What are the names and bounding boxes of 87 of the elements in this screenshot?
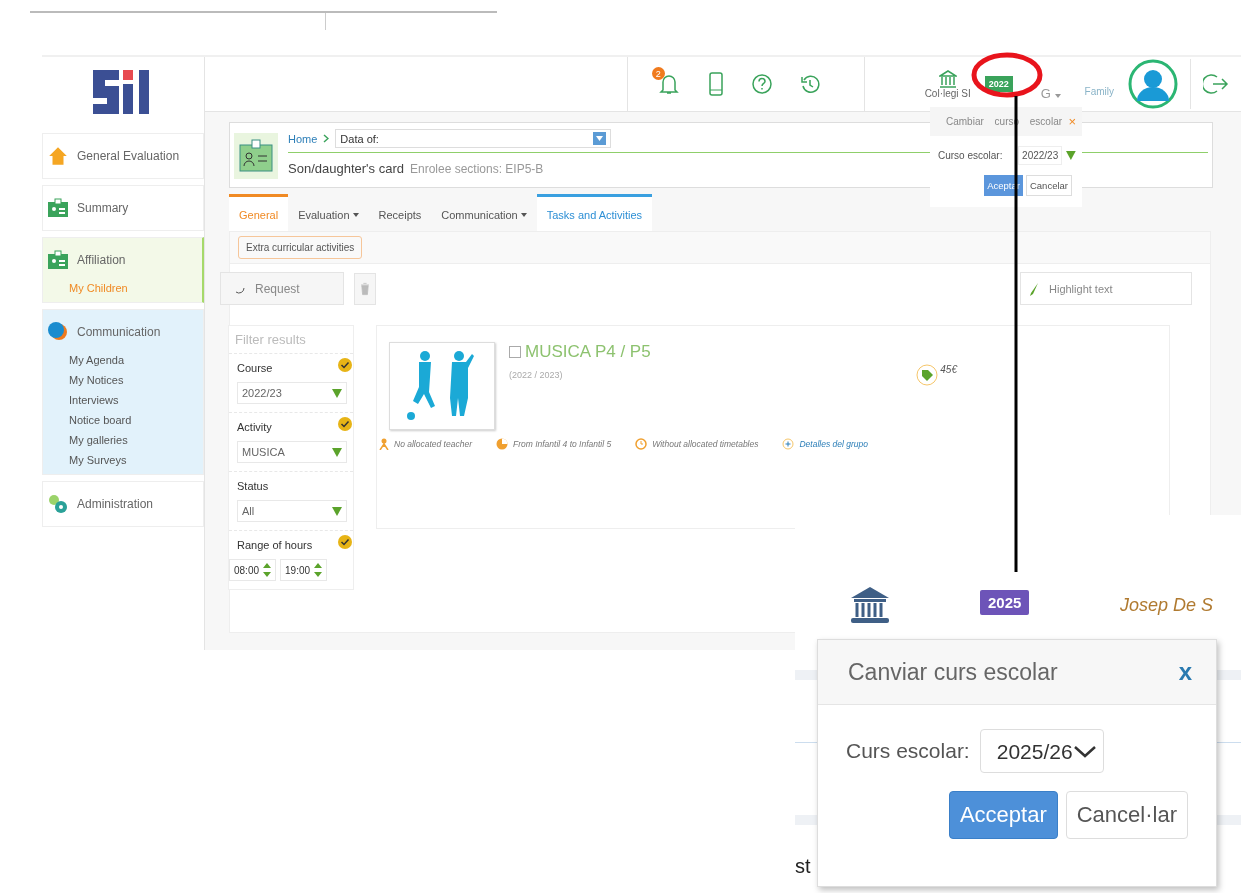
chevron-down-icon	[1072, 745, 1097, 759]
year-badge[interactable]: 2022	[984, 76, 1013, 92]
notification-badge: 2	[651, 67, 665, 80]
close-button[interactable]: x	[1178, 658, 1192, 686]
sidebar-item[interactable]: Affiliation	[77, 253, 126, 267]
annotation-ellipse	[971, 52, 1043, 98]
tab[interactable]: Tasks and Activities	[536, 194, 653, 231]
breadcrumb-link[interactable]: Home	[288, 132, 318, 145]
checkbox[interactable]	[509, 346, 521, 358]
sidebar-subitem[interactable]: My Agenda	[47, 354, 203, 366]
clock-icon	[635, 438, 648, 450]
help-icon[interactable]	[751, 74, 772, 94]
bell-icon[interactable]	[657, 72, 680, 96]
tab[interactable]: Evaluation	[288, 194, 369, 231]
text-fragment: st	[795, 855, 811, 878]
school-name: Col·legi SI	[924, 87, 971, 99]
dropdown-icon	[593, 132, 607, 145]
tab[interactable]: Receipts	[368, 194, 432, 231]
dropdown-arrow-icon	[332, 447, 342, 457]
caret-icon	[1054, 93, 1061, 98]
page-title: Son/daughter's card	[288, 161, 404, 176]
pie-chart-icon	[495, 438, 508, 450]
page-subtitle: Enrolee sections: EIP5-B	[409, 162, 544, 176]
accept-button[interactable]: Acceptar	[948, 791, 1058, 839]
sidebar-item[interactable]: Administration	[77, 497, 154, 511]
sidebar-item[interactable]: Summary	[77, 201, 129, 215]
activity-period: (2022 / 2023)	[509, 370, 564, 380]
filter-dropdown[interactable]: 2022/23	[237, 382, 347, 404]
field-label: Curs escolar:	[846, 739, 970, 763]
filter-label: Range of hours	[237, 538, 313, 551]
highlight-button[interactable]: Highlight text	[1020, 272, 1192, 305]
bank-icon[interactable]	[938, 69, 957, 88]
filter-label: Course	[237, 361, 273, 374]
filter-title: Filter results	[234, 331, 307, 349]
timetable-info: Without allocated timetables	[652, 439, 759, 449]
popup-title: Canviar curs escolar	[848, 658, 1058, 686]
dropdown-arrow-icon[interactable]	[1066, 151, 1076, 160]
subtab[interactable]: Extra curricular activities	[238, 236, 363, 259]
sidebar-subitem[interactable]: My galleries	[47, 434, 203, 446]
teacher-info: No allocated teacher	[394, 439, 472, 449]
details-link[interactable]: Detalles del grupo	[799, 439, 868, 449]
price: 45€	[940, 364, 957, 375]
filter-dropdown[interactable]: All	[237, 500, 347, 522]
chat-bubbles-icon	[47, 321, 69, 343]
history-icon[interactable]	[799, 74, 820, 94]
user-name: Josep De S	[1120, 595, 1214, 616]
sidebar-subitem[interactable]: My Notices	[47, 374, 203, 386]
price-tag-icon	[916, 364, 939, 386]
phone-icon[interactable]	[707, 72, 724, 96]
sidebar-subitem[interactable]: Notice board	[47, 414, 203, 426]
dropdown-arrow-icon	[332, 388, 342, 398]
year-dropdown[interactable]: 2022/23	[1018, 146, 1063, 165]
levels-info: From Infantil 4 to Infantil 5	[512, 439, 612, 449]
trash-button[interactable]	[354, 272, 376, 305]
chevron-right-icon	[323, 134, 330, 143]
field-label: Curso escolar:	[938, 150, 1004, 161]
sidebar-subitem[interactable]: Interviews	[47, 394, 203, 406]
time-spinner[interactable]: 19:00	[280, 559, 328, 581]
id-card-icon	[47, 197, 69, 219]
person-icon	[379, 438, 389, 450]
id-card-icon	[234, 133, 278, 179]
dropdown-arrow-icon	[332, 506, 342, 516]
filter-label: Status	[237, 479, 269, 492]
gears-icon	[47, 493, 69, 515]
house-icon	[47, 145, 69, 167]
avatar-icon[interactable]	[1128, 59, 1178, 109]
activity-title: MUSICA P4 / P5	[525, 342, 651, 362]
request-button[interactable]: Request	[220, 272, 344, 305]
tab[interactable]: Communication	[431, 194, 537, 231]
cancel-button[interactable]: Cancelar	[1025, 175, 1072, 196]
year-badge[interactable]: 2025	[980, 590, 1030, 615]
bank-icon	[849, 585, 891, 625]
sidebar-item[interactable]: General Evaluation	[77, 149, 180, 163]
id-card-icon	[47, 249, 69, 271]
caret-icon	[352, 213, 359, 217]
trash-icon	[361, 281, 369, 296]
filter-dropdown[interactable]: MUSICA	[237, 441, 347, 463]
plus-circle-icon	[782, 438, 795, 450]
filter-label: Activity	[237, 420, 272, 433]
sidebar-item[interactable]: Communication	[77, 325, 161, 339]
cancel-button[interactable]: Cancel·lar	[1065, 791, 1188, 839]
sidebar-subitem[interactable]: My Surveys	[47, 454, 203, 466]
caret-icon	[520, 213, 527, 217]
role-label: Family	[1084, 85, 1114, 97]
data-of-dropdown[interactable]: Data of:	[335, 129, 612, 148]
year-dropdown[interactable]: 2025/26	[979, 729, 1104, 773]
time-spinner[interactable]: 08:00	[229, 559, 277, 581]
